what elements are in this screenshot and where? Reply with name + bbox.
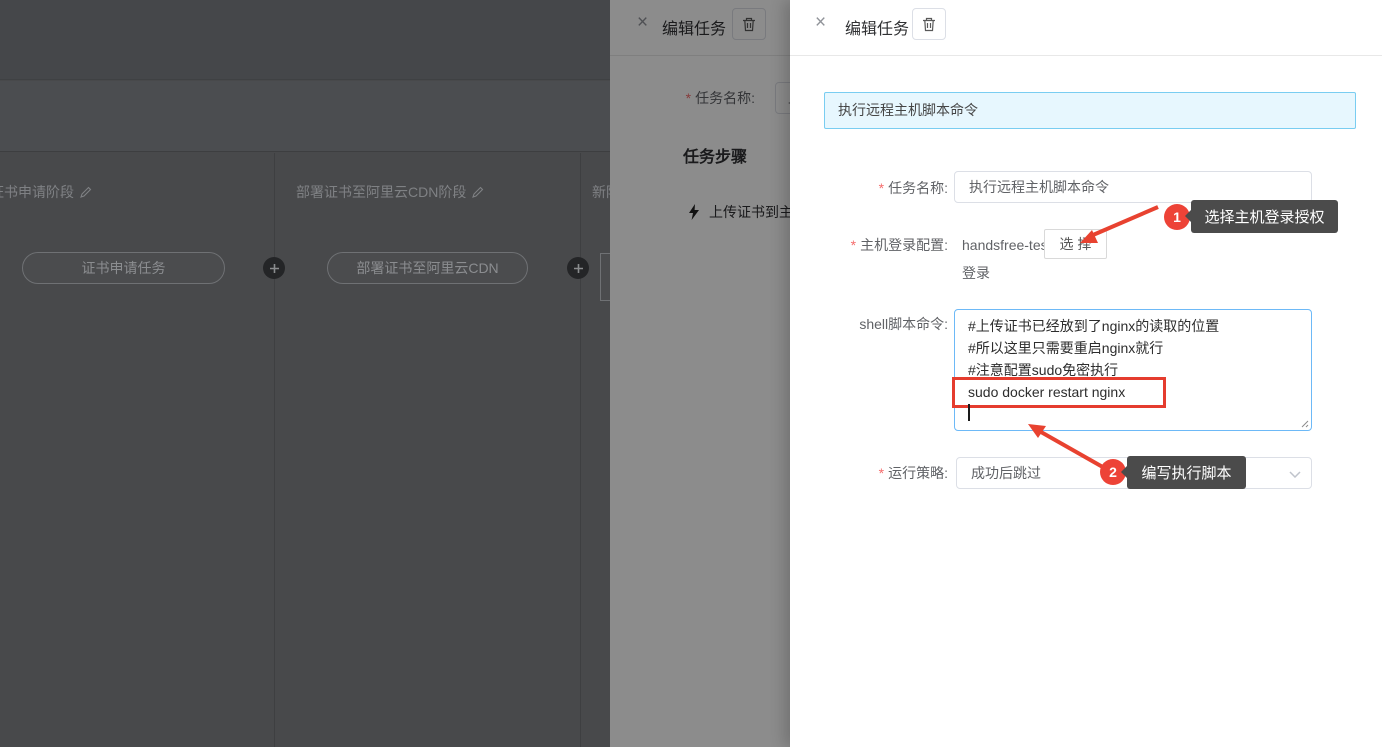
annotation-tooltip-1: 选择主机登录授权 <box>1191 200 1338 233</box>
task-type-alert: 执行远程主机脚本命令 <box>824 92 1356 129</box>
shell-command-textarea[interactable]: #上传证书已经放到了nginx的读取的位置 #所以这里只需要重启nginx就行 … <box>954 309 1312 431</box>
shell-line: #上传证书已经放到了nginx的读取的位置 <box>968 315 1298 337</box>
command-highlight-box <box>952 377 1166 408</box>
edit-stage-icon[interactable] <box>80 186 92 198</box>
task-pill-cert-apply[interactable]: 证书申请任务 <box>22 252 225 284</box>
trash-icon <box>922 17 936 32</box>
plus-icon <box>573 263 584 274</box>
shell-command-label: shell脚本命令: <box>790 316 948 332</box>
run-strategy-label: *运行策略: <box>790 465 948 481</box>
add-stage-button[interactable] <box>263 257 285 279</box>
annotation-tooltip-2: 编写执行脚本 <box>1127 456 1246 489</box>
host-config-select-button[interactable]: 选 择 <box>1044 229 1107 259</box>
delete-task-button[interactable] <box>912 8 946 40</box>
stage-divider <box>580 153 581 747</box>
resize-handle[interactable] <box>1299 418 1309 428</box>
shell-line: #所以这里只需要重启nginx就行 <box>968 337 1298 359</box>
run-strategy-value: 成功后跳过 <box>971 465 1041 481</box>
edit-task-drawer: × 编辑任务 执行远程主机脚本命令 *任务名称: *主机登录配置: handsf… <box>790 0 1382 747</box>
stage-title-deploy-cdn: 部署证书至阿里云CDN阶段 <box>296 182 484 202</box>
task-pill-deploy-cdn[interactable]: 部署证书至阿里云CDN <box>327 252 528 284</box>
edit-stage-icon[interactable] <box>472 186 484 198</box>
task-name-label: *任务名称: <box>790 180 948 196</box>
plus-icon <box>269 263 280 274</box>
task-name-input[interactable] <box>954 171 1312 203</box>
host-config-value-wrap: 登录 <box>962 263 990 283</box>
host-config-value: handsfree-test <box>962 237 1052 253</box>
host-config-label: *主机登录配置: <box>790 237 948 253</box>
drawer-title: 编辑任务 <box>845 15 909 39</box>
stage-divider <box>274 153 275 747</box>
stage-title-cert-apply: 证书申请阶段 <box>0 182 92 202</box>
close-icon[interactable]: × <box>815 13 826 32</box>
drawer-header: × 编辑任务 <box>790 0 1382 56</box>
add-stage-button[interactable] <box>567 257 589 279</box>
chevron-down-icon <box>1289 471 1301 478</box>
text-cursor <box>968 404 970 421</box>
